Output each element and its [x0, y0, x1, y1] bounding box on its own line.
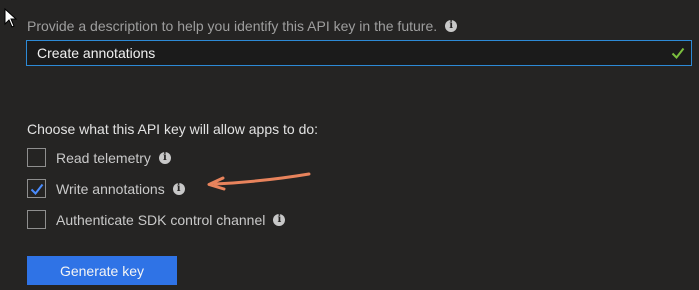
generate-key-button[interactable]: Generate key [27, 256, 177, 285]
permission-label: Read telemetry [56, 149, 151, 166]
permission-authenticate-sdk[interactable]: Authenticate SDK control channel i [27, 210, 286, 229]
description-input[interactable] [27, 41, 671, 65]
checkmark-icon [671, 47, 685, 60]
mouse-cursor-icon [4, 8, 18, 28]
write-annotations-checkbox[interactable] [27, 179, 46, 198]
permission-label: Write annotations [56, 180, 165, 197]
arrow-annotation-icon [207, 172, 311, 191]
authenticate-sdk-checkbox[interactable] [27, 210, 46, 229]
permission-read-telemetry[interactable]: Read telemetry i [27, 148, 171, 167]
checkmark-icon [30, 183, 43, 195]
info-icon[interactable]: i [172, 182, 185, 195]
permission-write-annotations[interactable]: Write annotations i [27, 179, 185, 198]
description-field[interactable] [26, 40, 692, 66]
description-label: Provide a description to help you identi… [27, 18, 438, 34]
description-label-row: Provide a description to help you identi… [27, 18, 458, 34]
permissions-heading: Choose what this API key will allow apps… [27, 121, 319, 137]
api-key-form: Provide a description to help you identi… [0, 0, 699, 290]
info-icon[interactable]: i [158, 151, 171, 164]
info-icon[interactable]: i [445, 20, 458, 32]
info-icon[interactable]: i [273, 213, 286, 226]
read-telemetry-checkbox[interactable] [27, 148, 46, 167]
permission-label: Authenticate SDK control channel [56, 211, 266, 228]
